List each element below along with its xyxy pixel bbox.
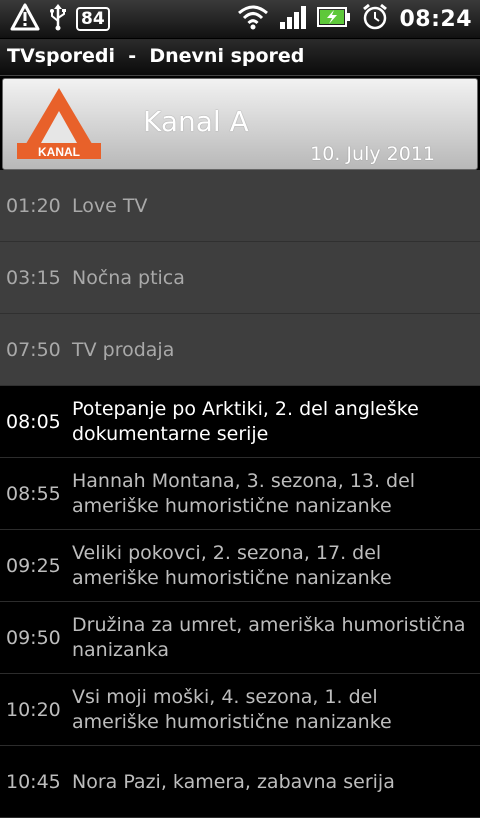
- programme-list[interactable]: 01:20 Love TV 03:15 Nočna ptica 07:50 TV prod…: [0, 170, 480, 818]
- programme-row[interactable]: 09:50 Družina za umret, ameriška humorist…: [0, 602, 480, 674]
- programme-row[interactable]: 08:55 Hannah Montana, 3. sezona, 13. del …: [0, 458, 480, 530]
- schedule-date: 10. July 2011: [310, 143, 435, 165]
- logo-text: KANAL: [38, 145, 80, 159]
- programme-title: Družina za umret, ameriška humoristična …: [72, 614, 466, 661]
- programme-row[interactable]: 09:25 Veliki pokovci, 2. sezona, 17. del …: [0, 530, 480, 602]
- programme-time: 09:25: [6, 555, 61, 577]
- kanal-a-logo: KANAL: [17, 88, 101, 159]
- programme-title: Vsi moji moški, 4. sezona, 1. del ameriš…: [72, 686, 392, 733]
- programme-row[interactable]: 10:45 Nora Pazi, kamera, zabavna serija: [0, 746, 480, 818]
- warning-icon: [10, 3, 40, 35]
- status-bar: 84 08:24: [0, 0, 480, 39]
- alarm-icon: [361, 3, 389, 35]
- channel-header: KANAL Kanal A 10. July 2011: [0, 76, 480, 170]
- programme-row[interactable]: 01:20 Love TV: [0, 170, 480, 242]
- programme-title: Love TV: [72, 194, 148, 217]
- programme-time: 09:50: [6, 627, 61, 649]
- app-title-bar: TVsporedi - Dnevni spored: [0, 39, 480, 76]
- app-title: TVsporedi - Dnevni spored: [7, 45, 305, 67]
- signal-icon: [279, 4, 307, 34]
- programme-time: 03:15: [6, 267, 61, 289]
- programme-title: Hannah Montana, 3. sezona, 13. del ameri…: [72, 470, 416, 517]
- programme-title: TV prodaja: [72, 338, 175, 361]
- programme-title: Potepanje po Arktiki, 2. del angleške do…: [72, 398, 419, 445]
- programme-row[interactable]: 07:50 TV prodaja: [0, 314, 480, 386]
- programme-time: 01:20: [6, 195, 61, 217]
- status-clock: 08:24: [399, 6, 472, 32]
- battery-charging-icon: [317, 6, 351, 32]
- programme-row[interactable]: 10:20 Vsi moji moški, 4. sezona, 1. del a…: [0, 674, 480, 746]
- programme-time: 10:45: [6, 771, 61, 793]
- programme-title: Nočna ptica: [72, 266, 185, 289]
- programme-row[interactable]: 03:15 Nočna ptica: [0, 242, 480, 314]
- channel-name: Kanal A: [143, 105, 249, 138]
- programme-time: 08:55: [6, 483, 61, 505]
- programme-time: 10:20: [6, 699, 61, 721]
- usb-icon: [48, 3, 68, 35]
- programme-title: Veliki pokovci, 2. sezona, 17. del ameri…: [72, 542, 392, 589]
- battery-level-badge: 84: [76, 7, 110, 31]
- wifi-icon: [237, 4, 269, 34]
- programme-title: Nora Pazi, kamera, zabavna serija: [72, 770, 395, 793]
- programme-time: 08:05: [6, 411, 61, 433]
- programme-time: 07:50: [6, 339, 61, 361]
- channel-header-box: KANAL Kanal A 10. July 2011: [2, 78, 478, 170]
- programme-row[interactable]: 08:05 Potepanje po Arktiki, 2. del angleš…: [0, 386, 480, 458]
